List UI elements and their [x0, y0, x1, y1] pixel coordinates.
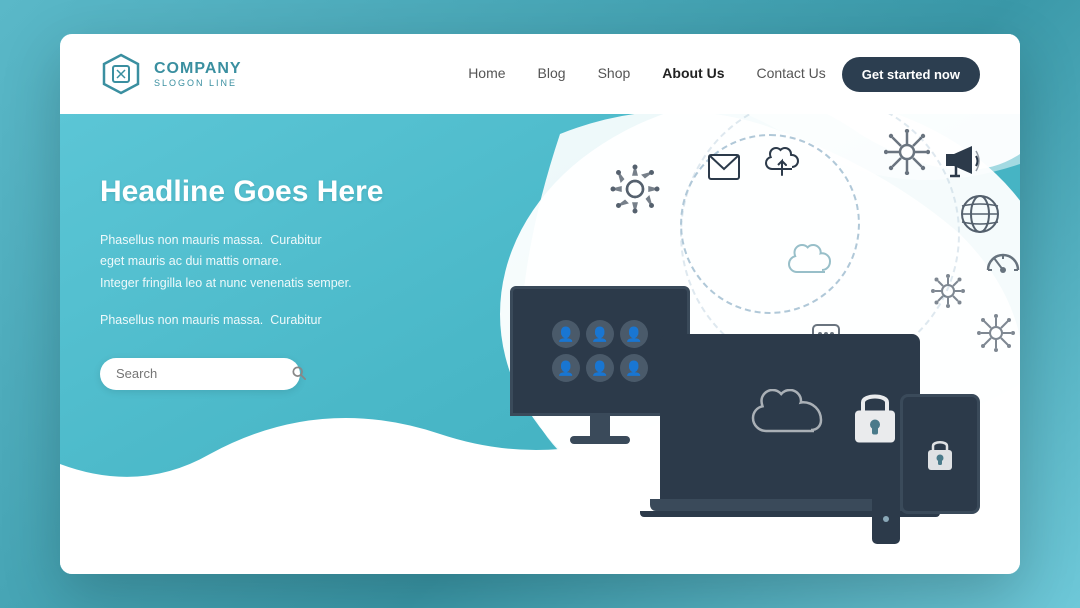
- search-button[interactable]: [292, 366, 306, 382]
- nav-item-shop[interactable]: Shop: [598, 65, 631, 83]
- dashed-circle-2: [680, 94, 960, 374]
- user-circle-6: 👤: [620, 354, 648, 382]
- user-circle-2: 👤: [586, 320, 614, 348]
- page-container: COMPANY SLOGON LINE Home Blog Shop About…: [60, 34, 1020, 574]
- hero-body2: Phasellus non mauris massa. Curabitur: [100, 310, 383, 330]
- logo-area: COMPANY SLOGON LINE: [100, 53, 242, 95]
- nav-link-about[interactable]: About Us: [662, 65, 724, 81]
- nav-link-shop[interactable]: Shop: [598, 65, 631, 81]
- gear-top-right-icon: [884, 129, 930, 185]
- user-circle-3: 👤: [620, 320, 648, 348]
- megaphone-icon: [944, 144, 980, 186]
- gear-large-icon: [610, 164, 660, 226]
- nav-links: Home Blog Shop About Us Contact Us: [468, 65, 826, 83]
- laptop-screen: [660, 334, 920, 499]
- lock-icon: [850, 384, 900, 444]
- nav-link-home[interactable]: Home: [468, 65, 505, 81]
- dashed-circle-1: [680, 134, 860, 314]
- user-circle-4: 👤: [552, 354, 580, 382]
- search-input[interactable]: [116, 366, 292, 381]
- gear-mid-icon: [931, 274, 965, 316]
- gear-bottom-right-icon: [977, 314, 1015, 361]
- phone-button: [883, 516, 889, 522]
- phone-device: [872, 494, 900, 544]
- cta-button[interactable]: Get started now: [842, 57, 980, 92]
- user-circle-1: 👤: [552, 320, 580, 348]
- nav-item-blog[interactable]: Blog: [538, 65, 566, 83]
- gauge-icon: [986, 244, 1020, 282]
- hero-text: Headline Goes Here Phasellus non mauris …: [100, 154, 383, 390]
- nav-link-contact[interactable]: Contact Us: [757, 65, 826, 81]
- company-name: COMPANY: [154, 60, 242, 78]
- nav-link-blog[interactable]: Blog: [538, 65, 566, 81]
- main-content: Headline Goes Here Phasellus non mauris …: [60, 114, 1020, 574]
- laptop-lock-area: [850, 384, 900, 449]
- monitor-stand: [590, 416, 610, 436]
- illustration-area: 👤 👤 👤 👤 👤 👤: [440, 114, 1020, 574]
- search-bar: [100, 358, 300, 390]
- logo-text: COMPANY SLOGON LINE: [154, 60, 242, 88]
- cloud-main-icon: [787, 244, 835, 290]
- globe-icon: [960, 194, 1000, 243]
- search-icon: [292, 366, 306, 380]
- hero-body1: Phasellus non mauris massa. Curabiturege…: [100, 230, 383, 294]
- nav-item-home[interactable]: Home: [468, 65, 505, 83]
- user-circle-5: 👤: [586, 354, 614, 382]
- laptop-device: [660, 334, 920, 514]
- nav-item-contact[interactable]: Contact Us: [757, 65, 826, 83]
- cloud-upload-icon: [764, 144, 800, 186]
- laptop-cloud-icon: [750, 389, 830, 444]
- nav-item-about[interactable]: About Us: [662, 65, 724, 83]
- tablet-device: [900, 394, 980, 514]
- monitor-base: [570, 436, 630, 444]
- navbar: COMPANY SLOGON LINE Home Blog Shop About…: [60, 34, 1020, 114]
- user-grid: 👤 👤 👤 👤 👤 👤: [544, 312, 656, 390]
- company-slogan: SLOGON LINE: [154, 78, 242, 88]
- tablet-lock-icon: [925, 436, 955, 472]
- envelope-icon: [708, 154, 740, 187]
- logo-icon: [100, 53, 142, 95]
- hero-headline: Headline Goes Here: [100, 174, 383, 210]
